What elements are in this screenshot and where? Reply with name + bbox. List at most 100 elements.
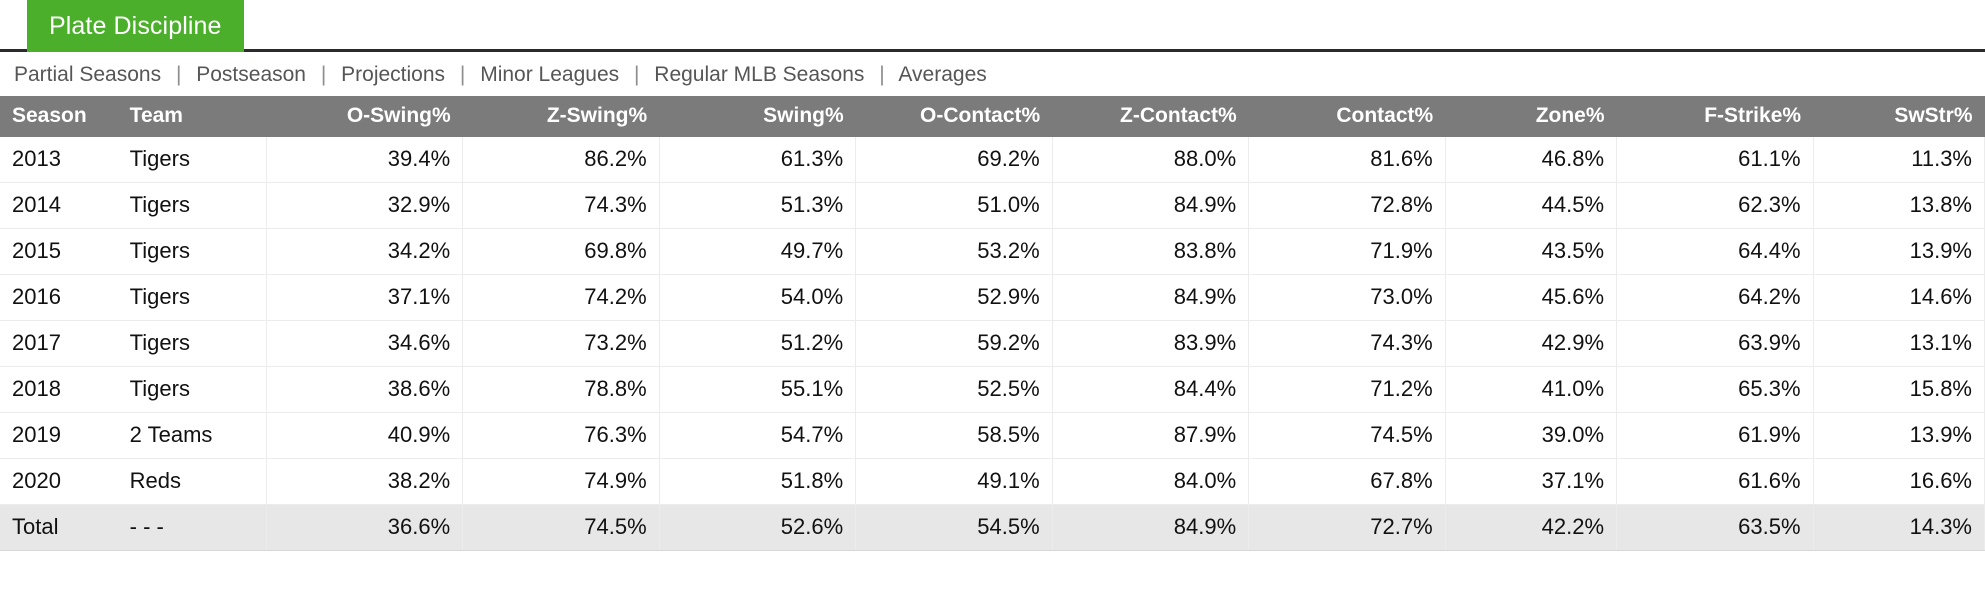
cell-contact: 72.8% [1248,182,1446,230]
cell-o-contact: 54.5% [855,504,1053,552]
cell-z-swing: 74.3% [462,182,660,230]
subnav-separator: | [320,63,327,86]
column-header-swstr[interactable]: SwStr% [1813,96,1985,138]
subnav-link-averages[interactable]: Averages [898,63,986,86]
cell-contact: 74.5% [1248,412,1446,460]
cell-swstr: 14.3% [1813,504,1985,552]
cell-team: - - - [117,504,267,552]
table-row: 2019 2 Teams 40.9% 76.3% 54.7% 58.5% 87.9% 74.5… [0,412,1985,460]
tab-bar: Plate Discipline [0,0,1985,52]
cell-swstr: 13.9% [1813,412,1985,460]
cell-zone: 41.0% [1445,366,1618,414]
cell-z-contact: 84.9% [1052,274,1250,322]
subnav-link-minor-leagues[interactable]: Minor Leagues [480,63,619,86]
cell-f-strike: 63.9% [1616,320,1814,368]
table-body: 2013 Tigers 39.4% 86.2% 61.3% 69.2% 88.0% 81.6%… [0,137,1985,552]
cell-z-swing: 74.2% [462,274,660,322]
cell-swing: 51.8% [659,458,857,506]
cell-swstr: 16.6% [1813,458,1985,506]
table-row: 2014 Tigers 32.9% 74.3% 51.3% 51.0% 84.9% 72.8%… [0,182,1985,230]
subnav-link-projections[interactable]: Projections [341,63,445,86]
cell-season: 2013 [0,137,118,184]
cell-zone: 37.1% [1445,458,1618,506]
cell-o-swing: 38.6% [266,366,464,414]
cell-team: Tigers [117,182,267,230]
cell-z-swing: 76.3% [462,412,660,460]
plate-discipline-page: Plate Discipline Partial Seasons | Posts… [0,0,1985,552]
table-row: 2016 Tigers 37.1% 74.2% 54.0% 52.9% 84.9% 73.0%… [0,274,1985,322]
table-header: Season Team O-Swing% Z-Swing% Swing% O-C… [0,96,1985,138]
column-header-zone[interactable]: Zone% [1445,96,1617,138]
cell-zone: 44.5% [1445,182,1618,230]
cell-team: Tigers [117,320,267,368]
column-header-f-strike[interactable]: F-Strike% [1616,96,1814,138]
cell-swstr: 14.6% [1813,274,1985,322]
cell-season: 2019 [0,412,118,460]
cell-zone: 46.8% [1445,137,1618,184]
cell-o-swing: 38.2% [266,458,464,506]
subnav-link-regular-mlb-seasons[interactable]: Regular MLB Seasons [654,63,864,86]
column-header-z-swing[interactable]: Z-Swing% [462,96,660,138]
cell-o-swing: 39.4% [266,137,464,184]
cell-o-swing: 34.6% [266,320,464,368]
cell-o-contact: 69.2% [855,137,1053,184]
cell-f-strike: 65.3% [1616,366,1814,414]
cell-f-strike: 64.4% [1616,228,1814,276]
cell-o-contact: 49.1% [855,458,1053,506]
cell-zone: 43.5% [1445,228,1618,276]
cell-season: Total [0,504,118,552]
cell-z-contact: 88.0% [1052,137,1250,184]
cell-swing: 51.2% [659,320,857,368]
subnav-link-postseason[interactable]: Postseason [196,63,306,86]
cell-season: 2015 [0,228,118,276]
subnav-separator: | [459,63,466,86]
cell-o-swing: 36.6% [266,504,464,552]
tab-plate-discipline[interactable]: Plate Discipline [27,0,244,52]
column-header-z-contact[interactable]: Z-Contact% [1052,96,1249,138]
column-header-team[interactable]: Team [117,96,267,138]
cell-o-swing: 32.9% [266,182,464,230]
cell-z-contact: 83.9% [1052,320,1250,368]
cell-contact: 74.3% [1248,320,1446,368]
cell-contact: 73.0% [1248,274,1446,322]
table-row: 2013 Tigers 39.4% 86.2% 61.3% 69.2% 88.0% 81.6%… [0,137,1985,184]
cell-contact: 72.7% [1248,504,1446,552]
cell-season: 2016 [0,274,118,322]
plate-discipline-table: Season Team O-Swing% Z-Swing% Swing% O-C… [0,96,1985,552]
table-row: 2020 Reds 38.2% 74.9% 51.8% 49.1% 84.0% 67.8% 37… [0,458,1985,506]
cell-f-strike: 62.3% [1616,182,1814,230]
cell-o-contact: 59.2% [855,320,1053,368]
cell-o-swing: 37.1% [266,274,464,322]
cell-z-swing: 78.8% [462,366,660,414]
cell-swstr: 13.1% [1813,320,1985,368]
column-header-swing[interactable]: Swing% [659,96,856,138]
cell-zone: 42.2% [1445,504,1618,552]
cell-swing: 52.6% [659,504,857,552]
subnav-separator: | [879,63,885,86]
cell-zone: 42.9% [1445,320,1618,368]
cell-season: 2018 [0,366,118,414]
cell-z-contact: 84.4% [1052,366,1250,414]
cell-season: 2014 [0,182,118,230]
cell-o-contact: 53.2% [855,228,1053,276]
cell-team: Reds [117,458,267,506]
cell-z-swing: 86.2% [462,137,660,184]
cell-z-contact: 84.9% [1052,182,1250,230]
cell-swing: 54.0% [659,274,857,322]
subnav-link-partial-seasons[interactable]: Partial Seasons [14,63,161,86]
cell-contact: 71.9% [1248,228,1446,276]
cell-swing: 51.3% [659,182,857,230]
column-header-o-swing[interactable]: O-Swing% [266,96,463,138]
cell-f-strike: 64.2% [1616,274,1814,322]
column-header-season[interactable]: Season [0,96,118,138]
table-row: 2018 Tigers 38.6% 78.8% 55.1% 52.5% 84.4% 71.2%… [0,366,1985,414]
column-header-o-contact[interactable]: O-Contact% [855,96,1053,138]
cell-swing: 61.3% [659,137,857,184]
cell-zone: 39.0% [1445,412,1618,460]
cell-swing: 54.7% [659,412,857,460]
column-header-contact[interactable]: Contact% [1248,96,1446,138]
cell-z-swing: 74.9% [462,458,660,506]
cell-o-swing: 34.2% [266,228,464,276]
cell-z-contact: 87.9% [1052,412,1250,460]
cell-swstr: 13.9% [1813,228,1985,276]
